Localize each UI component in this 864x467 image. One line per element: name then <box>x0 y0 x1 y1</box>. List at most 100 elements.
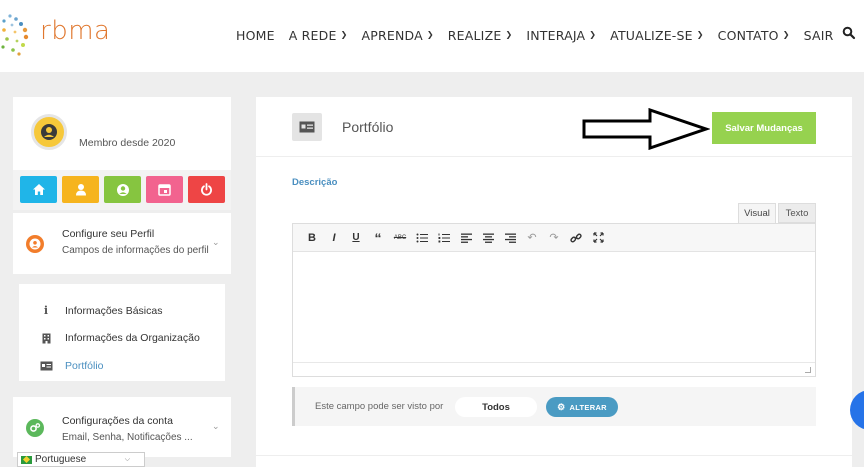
page-title: Portfólio <box>342 119 394 135</box>
nav-a-rede[interactable]: A REDE ❯ <box>289 28 348 43</box>
id-card-icon <box>292 113 322 141</box>
id-card-icon <box>39 361 53 371</box>
chevron-down-icon: ❯ <box>426 29 434 39</box>
chevron-down-icon: ❯ <box>696 29 704 39</box>
user-circle-icon <box>116 183 129 196</box>
avatar[interactable] <box>31 114 67 150</box>
user-circle-icon <box>41 124 57 140</box>
tab-visual[interactable]: Visual <box>738 203 776 223</box>
gears-icon: ⚙ <box>557 401 566 412</box>
building-icon <box>39 333 53 344</box>
quick-actions-bar <box>13 170 231 210</box>
align-center-icon[interactable] <box>479 229 497 247</box>
nav-interaja-label: INTERAJA <box>526 27 586 43</box>
chevron-down-icon: ⌄ <box>212 237 220 247</box>
account-section-subtitle: Email, Senha, Notificações ... <box>62 432 193 443</box>
user-circle-icon <box>29 238 41 250</box>
nav-sair[interactable]: SAIR <box>804 28 834 43</box>
tab-text[interactable]: Texto <box>778 203 816 223</box>
profile-section-icon <box>26 235 44 253</box>
nav-sair-label: SAIR <box>803 27 834 43</box>
editor-toolbar: B I U “ ABC ↶ ↷ <box>293 224 815 252</box>
bullet-list-icon[interactable] <box>413 229 431 247</box>
user-icon <box>75 184 86 196</box>
search-icon[interactable] <box>842 26 856 40</box>
menu-item-label: Portfólio <box>65 360 104 372</box>
account-settings-section[interactable]: Configurações da conta Email, Senha, Not… <box>13 397 231 457</box>
account-section-title: Configurações da conta <box>62 415 173 427</box>
brand-name[interactable]: rbma <box>40 16 110 46</box>
description-textarea[interactable] <box>293 252 815 362</box>
bold-icon[interactable]: B <box>303 229 321 247</box>
brazil-flag-icon <box>21 455 32 464</box>
user-button[interactable] <box>62 176 99 203</box>
profile-settings-section[interactable]: Configure seu Perfil Campos de informaçõ… <box>13 213 231 274</box>
portfolio-panel: Portfólio Salvar Mudanças Descrição Visu… <box>256 97 852 467</box>
chat-widget-button[interactable] <box>850 390 864 430</box>
logout-button[interactable] <box>188 176 225 203</box>
nav-contato[interactable]: CONTATO ❯ <box>718 28 790 43</box>
nav-home-label: HOME <box>236 27 275 43</box>
profile-card: Membro desde 2020 <box>13 97 231 170</box>
language-select[interactable]: Portuguese ⌵ <box>17 452 145 467</box>
panel-divider <box>256 455 852 456</box>
language-value: Portuguese <box>35 454 87 465</box>
nav-contato-label: CONTATO <box>717 27 779 43</box>
undo-icon[interactable]: ↶ <box>523 229 541 247</box>
editor-statusbar <box>293 362 815 376</box>
calendar-button[interactable] <box>146 176 183 203</box>
gears-icon <box>30 423 41 432</box>
chevron-down-icon: ❯ <box>782 29 790 39</box>
panel-header: Portfólio Salvar Mudanças <box>256 97 852 157</box>
nav-realize-label: REALIZE <box>447 27 502 43</box>
visibility-label: Este campo pode ser visto por <box>315 401 444 412</box>
home-icon <box>32 184 45 195</box>
nav-atualize-se-label: ATUALIZE-SE <box>610 27 693 43</box>
underline-icon[interactable]: U <box>347 229 365 247</box>
menu-item-basic-info[interactable]: i Informações Básicas <box>39 304 163 317</box>
nav-home[interactable]: HOME <box>236 28 275 43</box>
change-visibility-button[interactable]: ⚙ ALTERAR <box>546 397 618 417</box>
align-left-icon[interactable] <box>457 229 475 247</box>
logo-dots-icon <box>1 14 29 56</box>
nav-atualize-se[interactable]: ATUALIZE-SE ❯ <box>610 28 703 43</box>
calendar-icon <box>158 184 171 196</box>
chevron-down-icon: ❯ <box>589 29 597 39</box>
visibility-value: Todos <box>455 397 537 417</box>
account-section-icon <box>26 419 44 437</box>
site-header: rbma HOME A REDE ❯ APRENDA ❯ REALIZE ❯ INTE… <box>0 0 864 72</box>
strikethrough-icon[interactable]: ABC <box>391 229 409 247</box>
resize-handle[interactable] <box>805 367 811 373</box>
profile-section-subtitle: Campos de informações do perfil <box>62 245 209 256</box>
nav-realize[interactable]: REALIZE ❯ <box>448 28 513 43</box>
nav-aprenda-label: APRENDA <box>361 27 423 43</box>
chevron-down-icon: ❯ <box>505 29 513 39</box>
blockquote-icon[interactable]: “ <box>369 229 387 247</box>
fullscreen-icon[interactable] <box>589 229 607 247</box>
change-button-label: ALTERAR <box>569 402 607 412</box>
main-nav: HOME A REDE ❯ APRENDA ❯ REALIZE ❯ INTERAJA ❯… <box>236 26 848 44</box>
menu-item-portfolio[interactable]: Portfólio <box>39 360 104 372</box>
nav-a-rede-label: A REDE <box>288 27 337 43</box>
home-button[interactable] <box>20 176 57 203</box>
menu-item-label: Informações da Organização <box>65 332 200 344</box>
chevron-down-icon: ⌵ <box>124 455 130 463</box>
redo-icon[interactable]: ↷ <box>545 229 563 247</box>
menu-item-organization-info[interactable]: Informações da Organização <box>39 332 200 344</box>
nav-aprenda[interactable]: APRENDA ❯ <box>361 28 433 43</box>
align-right-icon[interactable] <box>501 229 519 247</box>
profile-button[interactable] <box>104 176 141 203</box>
profile-menu: i Informações Básicas Informações da Org… <box>19 284 225 381</box>
italic-icon[interactable]: I <box>325 229 343 247</box>
link-icon[interactable] <box>567 229 585 247</box>
chevron-down-icon: ❯ <box>340 29 348 39</box>
info-icon: i <box>43 304 49 317</box>
save-changes-button[interactable]: Salvar Mudanças <box>712 112 816 144</box>
profile-section-title: Configure seu Perfil <box>62 228 155 240</box>
numbered-list-icon[interactable] <box>435 229 453 247</box>
description-editor: B I U “ ABC ↶ ↷ <box>292 223 816 377</box>
nav-interaja[interactable]: INTERAJA ❯ <box>526 28 596 43</box>
arrow-right-icon <box>582 108 710 150</box>
menu-item-label: Informações Básicas <box>65 304 163 317</box>
visibility-bar: Este campo pode ser visto por Todos ⚙ AL… <box>292 387 816 426</box>
